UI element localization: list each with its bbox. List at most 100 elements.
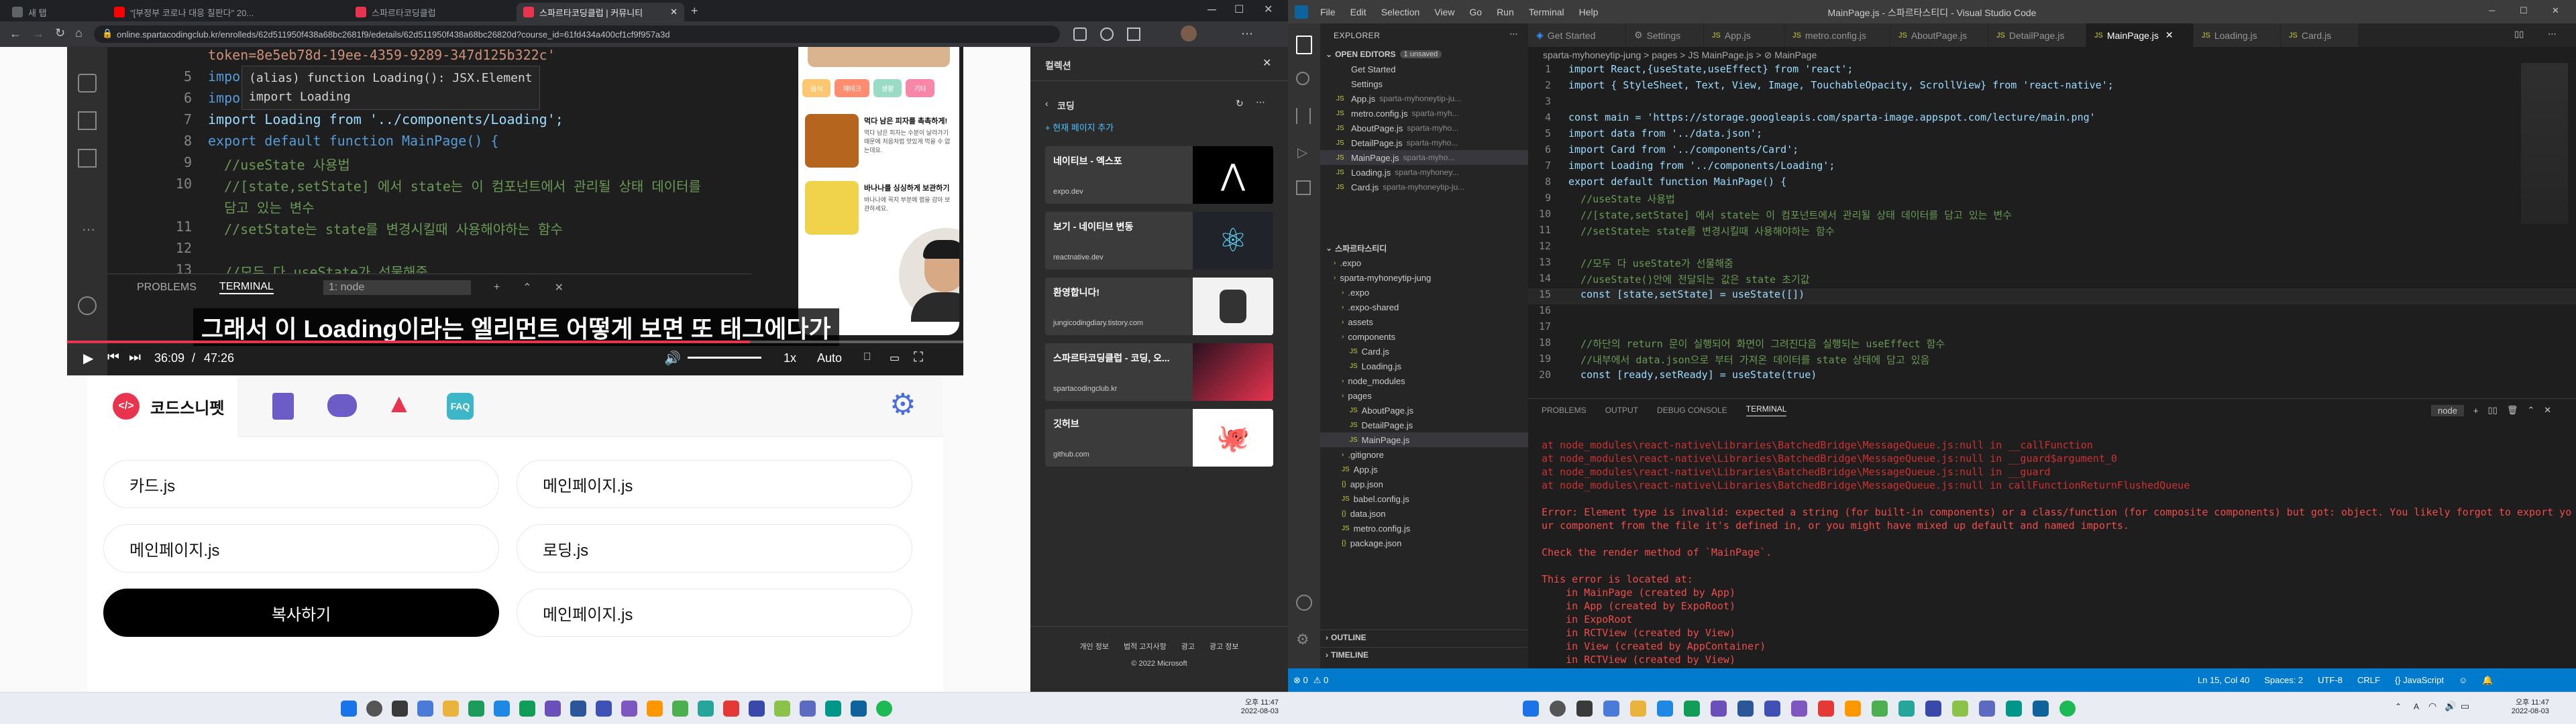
collections-icon[interactable] bbox=[1127, 27, 1140, 41]
encoding[interactable]: UTF-8 bbox=[2318, 675, 2343, 685]
pip-icon[interactable]: ▭ bbox=[890, 351, 900, 365]
terminal-select[interactable]: node bbox=[2431, 404, 2464, 416]
open-editor-item[interactable]: JS AboutPage.js sparta-myho... bbox=[1320, 121, 1528, 135]
volume-icon[interactable]: 🔊 bbox=[664, 350, 681, 367]
menu-edit[interactable]: Edit bbox=[1350, 7, 1366, 17]
snippet-tab[interactable]: </> 코드스니펫 bbox=[87, 375, 237, 437]
forward-skip-icon[interactable]: ⏭ bbox=[129, 350, 141, 365]
minimap[interactable] bbox=[2521, 63, 2568, 224]
extension-icon[interactable] bbox=[1073, 27, 1087, 41]
app-icon[interactable] bbox=[1684, 701, 1700, 717]
more-icon[interactable]: ⋯ bbox=[1509, 29, 1518, 40]
tab-debug-console[interactable]: DEBUG CONSOLE bbox=[1657, 406, 1727, 415]
task-view-icon[interactable] bbox=[392, 701, 408, 717]
feedback-icon[interactable]: ☺ bbox=[2459, 675, 2467, 685]
copy-button[interactable]: 복사하기 bbox=[103, 589, 499, 637]
editor-tab[interactable]: JS Card.js bbox=[2281, 23, 2359, 47]
clock[interactable]: 오후 11:47 2022-08-03 bbox=[1228, 697, 1279, 715]
open-editor-item[interactable]: JS DetailPage.js sparta-myho... bbox=[1320, 135, 1528, 150]
menu-run[interactable]: Run bbox=[1497, 7, 1514, 17]
editor-tab[interactable]: JS AboutPage.js bbox=[1890, 23, 1988, 47]
collection-card[interactable]: 네이티브 - 엑스포 expo.dev ⋀ bbox=[1045, 146, 1273, 204]
settings-gear-icon[interactable]: ⚙ bbox=[890, 390, 916, 420]
run-debug-icon[interactable]: ▷ bbox=[1297, 144, 1307, 161]
faq-icon[interactable]: FAQ bbox=[447, 393, 474, 420]
widgets-icon[interactable] bbox=[1603, 701, 1619, 717]
bell-icon[interactable]: 🔔 bbox=[2482, 675, 2493, 686]
search-icon[interactable] bbox=[1296, 72, 1309, 85]
outline-section[interactable]: › OUTLINE bbox=[1320, 629, 1528, 645]
tree-item[interactable]: › components bbox=[1320, 329, 1528, 344]
chevron-up-icon[interactable]: ⌃ bbox=[2395, 702, 2402, 711]
add-page-link[interactable]: + 현재 페이지 추가 bbox=[1045, 121, 1114, 133]
app-icon[interactable] bbox=[596, 701, 612, 717]
open-editor-item[interactable]: JS App.js sparta-myhoneytip-ju... bbox=[1320, 91, 1528, 106]
favorites-icon[interactable] bbox=[1100, 27, 1114, 41]
input-language[interactable]: A bbox=[2414, 702, 2419, 711]
footer-link[interactable]: 광고 bbox=[1181, 641, 1195, 652]
video-progress-track[interactable] bbox=[67, 341, 963, 343]
editor-tab[interactable]: JS DetailPage.js bbox=[1988, 23, 2086, 47]
breadcrumb[interactable]: sparta-myhoneytip-jung > pages > JS Main… bbox=[1528, 47, 2576, 63]
editor-tab[interactable]: JS Loading.js bbox=[2194, 23, 2281, 47]
minimize-icon[interactable]: ─ bbox=[2489, 5, 2495, 15]
file-explorer-icon[interactable] bbox=[1630, 701, 1646, 717]
language-mode[interactable]: {} JavaScript bbox=[2395, 675, 2444, 685]
tree-item[interactable]: › .gitignore bbox=[1320, 447, 1528, 462]
indentation[interactable]: Spaces: 2 bbox=[2264, 675, 2303, 685]
edge-icon[interactable] bbox=[494, 701, 510, 717]
menu-terminal[interactable]: Terminal bbox=[1529, 7, 1564, 17]
open-editor-item[interactable]: JS metro.config.js sparta-myh... bbox=[1320, 106, 1528, 121]
app-icon[interactable] bbox=[647, 701, 663, 717]
tab-terminal[interactable]: TERMINAL bbox=[1746, 404, 1787, 416]
app-icon[interactable] bbox=[1845, 701, 1861, 717]
tree-item[interactable]: › .expo bbox=[1320, 285, 1528, 300]
tree-item[interactable]: JS AboutPage.js bbox=[1320, 403, 1528, 418]
editor-tab[interactable]: ⚙ Settings bbox=[1626, 23, 1704, 47]
open-editors-header[interactable]: ⌄ OPEN EDITORS 1 unsaved bbox=[1320, 47, 1528, 62]
tree-item[interactable]: JS metro.config.js bbox=[1320, 521, 1528, 536]
timeline-section[interactable]: › TIMELINE bbox=[1320, 647, 1528, 662]
footer-link[interactable]: 법적 고지사항 bbox=[1124, 641, 1167, 652]
tree-item[interactable]: JS Card.js bbox=[1320, 344, 1528, 359]
fullscreen-icon[interactable]: ⛶ bbox=[914, 350, 923, 365]
avatar[interactable] bbox=[1181, 25, 1197, 42]
home-icon[interactable]: ⌂ bbox=[75, 26, 83, 40]
app-icon[interactable] bbox=[468, 701, 484, 717]
vscode-icon[interactable] bbox=[851, 701, 867, 717]
plus-icon[interactable]: + bbox=[2473, 406, 2479, 416]
start-icon[interactable] bbox=[341, 701, 357, 717]
app-icon[interactable] bbox=[1979, 701, 1995, 717]
maximize-icon[interactable]: ☐ bbox=[2520, 5, 2528, 16]
line-ending[interactable]: CRLF bbox=[2357, 675, 2380, 685]
task-view-icon[interactable] bbox=[1576, 701, 1593, 717]
snippet-button[interactable]: 로딩.js bbox=[517, 524, 912, 572]
open-editor-item[interactable]: Get Started bbox=[1320, 62, 1528, 76]
tree-item[interactable]: {} data.json bbox=[1320, 506, 1528, 521]
app-icon[interactable] bbox=[1925, 701, 1941, 717]
open-editor-item[interactable]: Settings bbox=[1320, 76, 1528, 91]
menu-selection[interactable]: Selection bbox=[1381, 7, 1420, 17]
menu-view[interactable]: View bbox=[1434, 7, 1454, 17]
tree-item[interactable]: › node_modules bbox=[1320, 373, 1528, 388]
volume-icon[interactable]: 🔊 bbox=[2445, 701, 2456, 712]
code-editor[interactable]: 1 import React,{useState,useEffect} from … bbox=[1528, 63, 2576, 394]
split-terminal-icon[interactable]: ▯▯ bbox=[2488, 405, 2498, 416]
tree-item[interactable]: › assets bbox=[1320, 314, 1528, 329]
editor-tab[interactable]: ◈ Get Started bbox=[1528, 23, 1626, 47]
app-icon[interactable] bbox=[774, 701, 790, 717]
folder-header[interactable]: ⌄ 스파르타스티디 bbox=[1320, 241, 1528, 255]
back-icon[interactable]: ← bbox=[9, 27, 21, 41]
app-icon[interactable] bbox=[519, 701, 535, 717]
open-editor-item[interactable]: JS Card.js sparta-myhoneytip-ju... bbox=[1320, 180, 1528, 194]
tree-item[interactable]: JS App.js bbox=[1320, 462, 1528, 477]
app-icon[interactable] bbox=[825, 701, 841, 717]
battery-icon[interactable]: ▭ bbox=[2461, 701, 2469, 712]
rewind-icon[interactable]: ⏮ bbox=[107, 350, 119, 365]
app-icon[interactable] bbox=[1791, 701, 1807, 717]
split-editor-icon[interactable]: ▯▯ bbox=[2514, 29, 2524, 40]
search-icon[interactable] bbox=[1550, 701, 1566, 717]
editor-tab[interactable]: JS metro.config.js bbox=[1784, 23, 1890, 47]
edge-icon[interactable] bbox=[1657, 701, 1673, 717]
tree-item[interactable]: JS Loading.js bbox=[1320, 359, 1528, 373]
